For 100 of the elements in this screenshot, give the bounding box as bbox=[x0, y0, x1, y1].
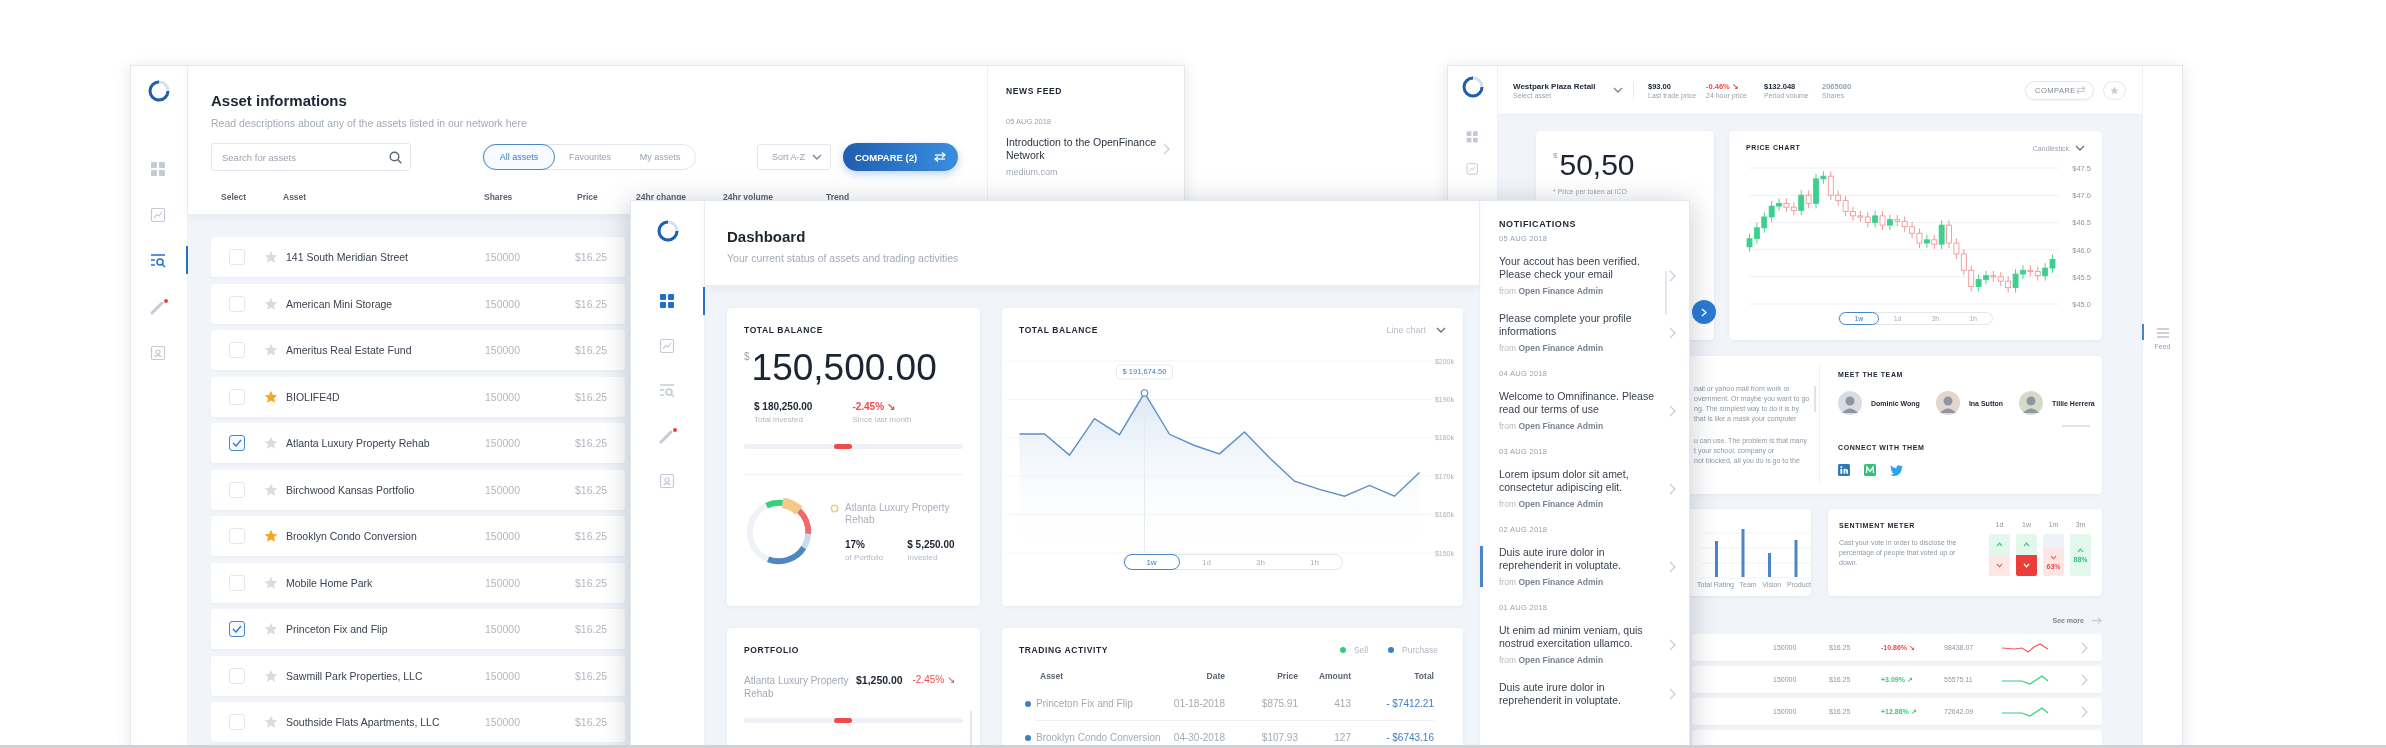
notification-item[interactable]: Ut enim ad minim veniam, quis nostrud exercitation ullamco. from Open Finance Admin bbox=[1480, 624, 1689, 665]
table-cell: $16.25 bbox=[575, 716, 608, 728]
table-cell-text: 150000 bbox=[485, 390, 522, 403]
column-header: Trend bbox=[826, 192, 850, 202]
caret-icon[interactable] bbox=[2075, 145, 2085, 151]
notification-item[interactable]: Welcome to Omnifinance. Please read our terms of use from Open Finance Admin bbox=[1480, 390, 1689, 431]
star-icon[interactable] bbox=[264, 482, 278, 497]
table-cell: $875.91 bbox=[1225, 687, 1298, 721]
upvote-button[interactable] bbox=[1989, 534, 2010, 555]
star-icon[interactable] bbox=[264, 575, 278, 590]
table-cell: $16.25 bbox=[575, 623, 608, 635]
logo-icon[interactable] bbox=[1460, 75, 1485, 99]
compare-button[interactable]: COMPARE (2) bbox=[843, 143, 958, 171]
check-icon[interactable] bbox=[232, 625, 242, 633]
swap-icon[interactable] bbox=[2076, 86, 2086, 94]
search-field[interactable]: Search for assets bbox=[211, 143, 411, 171]
star-icon[interactable] bbox=[264, 296, 278, 311]
grid-icon[interactable] bbox=[658, 292, 677, 309]
table-row[interactable]: American Mini Storage 150000 $16.25 bbox=[211, 283, 625, 324]
id-card-icon[interactable] bbox=[658, 472, 677, 489]
star-icon[interactable] bbox=[264, 529, 278, 543]
caret-icon[interactable] bbox=[1436, 327, 1446, 333]
column-header: 24hr volume bbox=[723, 192, 775, 202]
data-point[interactable] bbox=[1140, 389, 1149, 397]
star-icon[interactable] bbox=[264, 343, 278, 357]
twitter-icon[interactable] bbox=[1890, 464, 1903, 476]
filter-tab[interactable]: All assets bbox=[483, 144, 555, 170]
chevron-up-icon[interactable] bbox=[2023, 542, 2030, 547]
star-icon[interactable] bbox=[264, 715, 278, 729]
chevron-down-icon[interactable] bbox=[1996, 563, 2003, 568]
chevron-down-icon[interactable] bbox=[2050, 554, 2057, 560]
table-row[interactable]: BIOLIFE4D 150000 $16.25 bbox=[211, 376, 625, 417]
chevron-up-icon[interactable] bbox=[2077, 547, 2084, 553]
search-icon[interactable] bbox=[389, 151, 402, 164]
notification-item[interactable]: Duis aute irure dolor in reprehenderit in voluptate. from Open Finance Admin bbox=[1480, 546, 1689, 587]
downvote-button[interactable] bbox=[1989, 555, 2010, 576]
asset-name: Brooklyn Condo Conversion bbox=[286, 530, 418, 542]
notification-item[interactable]: Please complete your profile informations from Open Finance Admin bbox=[1480, 312, 1689, 353]
asset-name: Atlanta Luxury Property Rehab bbox=[286, 437, 431, 449]
star-icon[interactable] bbox=[264, 250, 278, 264]
upvote-button[interactable] bbox=[2016, 534, 2037, 555]
id-card-icon[interactable] bbox=[150, 343, 168, 361]
legend-marker-icon bbox=[830, 504, 839, 513]
notification-item[interactable]: Your accout has been verified. Please check your email from Open Finance Admin bbox=[1480, 255, 1689, 296]
notification-item[interactable]: Duis aute irure dolor in reprehenderit in voluptate. bbox=[1480, 681, 1689, 706]
table-row[interactable]: Princeton Fix and Flip 150000 $16.25 bbox=[211, 609, 625, 649]
caret-icon[interactable] bbox=[1613, 87, 1623, 93]
notification-item[interactable]: Lorem ipsum dolor sit amet, consectetur adipiscing elit. from Open Finance Admin bbox=[1480, 468, 1689, 509]
table-cell-text: 150000 bbox=[485, 716, 522, 728]
star-icon[interactable] bbox=[2110, 85, 2119, 95]
chart-icon[interactable] bbox=[150, 205, 168, 223]
search-list-icon[interactable] bbox=[150, 251, 168, 269]
stat-label: Total invested bbox=[754, 415, 804, 424]
arrow-right-icon[interactable] bbox=[2092, 616, 2102, 624]
news-source: medium.com bbox=[1006, 167, 1059, 177]
medium-icon[interactable] bbox=[1864, 464, 1876, 476]
linkedin-icon[interactable] bbox=[1838, 464, 1850, 476]
checkbox[interactable] bbox=[229, 621, 245, 637]
table-cell: $107.93 bbox=[1225, 721, 1298, 745]
table-row[interactable]: Brooklyn Condo Conversion 150000 $16.25 bbox=[211, 516, 625, 556]
table-cell-text: 150000 bbox=[485, 437, 522, 449]
pen-icon[interactable] bbox=[658, 427, 677, 444]
table-row[interactable]: Ameritus Real Estate Fund 150000 $16.25 bbox=[211, 330, 625, 370]
column-header: Asset bbox=[283, 192, 308, 202]
scrollbar[interactable] bbox=[2062, 425, 2090, 427]
chart-icon[interactable] bbox=[658, 337, 677, 354]
table-row[interactable]: Southside Flats Apartments, LLC 150000 $16.25 bbox=[211, 702, 625, 742]
checkbox[interactable] bbox=[229, 435, 245, 451]
pen-icon[interactable] bbox=[150, 297, 168, 315]
table-row[interactable]: Sawmill Park Properties, LLC 150000 $16.25 bbox=[211, 655, 625, 696]
asset-name: American Mini Storage bbox=[286, 297, 394, 310]
scrollbar[interactable] bbox=[1814, 386, 1816, 412]
table-cell: - $7412.21 bbox=[1351, 687, 1434, 721]
currency-sign: $ bbox=[1553, 151, 1558, 160]
star-icon[interactable] bbox=[264, 389, 278, 404]
stat-value: $ 5,250.00 bbox=[907, 538, 955, 551]
check-icon[interactable] bbox=[232, 439, 242, 447]
logo-icon[interactable] bbox=[655, 219, 680, 243]
star-icon[interactable] bbox=[264, 668, 278, 683]
caret-icon[interactable] bbox=[812, 154, 822, 160]
selection-indicator bbox=[186, 246, 188, 274]
notification-text: Duis aute irure dolor in reprehenderit in voluptate. bbox=[1499, 681, 1622, 706]
logo-icon[interactable] bbox=[147, 79, 171, 103]
next-button[interactable] bbox=[1692, 300, 1716, 324]
table-row[interactable]: Birchwood Kansas Portfolio 150000 $16.25 bbox=[211, 469, 625, 510]
star-icon[interactable] bbox=[264, 436, 278, 450]
swap-icon[interactable] bbox=[934, 152, 946, 162]
chart-icon[interactable] bbox=[1465, 161, 1480, 175]
stat-value: 17% bbox=[845, 538, 866, 551]
column-header: Date bbox=[1205, 670, 1225, 683]
star-icon[interactable] bbox=[264, 622, 278, 636]
avatar bbox=[1838, 391, 1862, 415]
table-row[interactable]: 141 South Meridian Street 150000 $16.25 bbox=[211, 237, 625, 277]
list-icon[interactable] bbox=[2156, 328, 2169, 338]
downvote-button[interactable] bbox=[2016, 555, 2037, 576]
table-row[interactable]: Atlanta Luxury Property Rehab 150000 $16.25 bbox=[211, 423, 625, 463]
table-cell-text: 150000 bbox=[485, 344, 522, 356]
table-row[interactable]: Mobile Home Park 150000 $16.25 bbox=[211, 562, 625, 603]
chevron-up-icon[interactable] bbox=[1996, 542, 2003, 547]
legend-label: Sell bbox=[1353, 645, 1369, 655]
